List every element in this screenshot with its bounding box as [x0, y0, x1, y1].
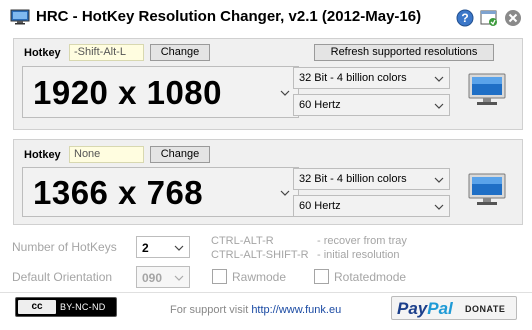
- chevron-down-icon: [434, 202, 444, 212]
- chevron-down-icon: [280, 88, 290, 98]
- chevron-down-icon: [174, 273, 184, 283]
- chevron-down-icon: [280, 188, 290, 198]
- refresh-resolutions-button[interactable]: Refresh supported resolutions: [314, 44, 494, 61]
- resolution-select[interactable]: 1366 x 768: [22, 167, 299, 217]
- refresh-rate-value: 60 Hertz: [299, 200, 341, 212]
- hotkey-label: Hotkey: [24, 47, 61, 59]
- shortcut-initial-desc: - initial resolution: [317, 249, 400, 261]
- support-text: For support visit http://www.funk.eu: [170, 304, 341, 316]
- help-icon[interactable]: ?: [455, 8, 475, 28]
- orientation-label: Default Orientation: [12, 270, 113, 284]
- window-title: HRC - HotKey Resolution Changer, v2.1 (2…: [36, 8, 422, 25]
- app-monitor-icon: [10, 9, 30, 25]
- donate-label: DONATE: [465, 304, 506, 314]
- num-hotkeys-label: Number of HotKeys: [12, 240, 117, 254]
- resolution-select[interactable]: 1920 x 1080: [22, 66, 299, 118]
- refresh-rate-select[interactable]: 60 Hertz: [293, 195, 450, 217]
- color-depth-value: 32 Bit - 4 billion colors: [299, 72, 407, 84]
- color-depth-value: 32 Bit - 4 billion colors: [299, 173, 407, 185]
- resolution-value: 1366 x 768: [33, 174, 204, 211]
- close-icon[interactable]: [503, 8, 523, 28]
- refresh-rate-select[interactable]: 60 Hertz: [293, 94, 450, 116]
- footer-divider: [0, 292, 532, 293]
- support-link[interactable]: http://www.funk.eu: [251, 304, 341, 316]
- refresh-rate-value: 60 Hertz: [299, 99, 341, 111]
- orientation-value: 090: [142, 271, 163, 285]
- hotkey-label: Hotkey: [24, 149, 61, 161]
- chevron-down-icon: [434, 101, 444, 111]
- paypal-logo: PayPal: [397, 299, 453, 318]
- num-hotkeys-value: 2: [142, 241, 149, 255]
- hotkey-field[interactable]: None: [69, 146, 144, 163]
- resolution-panel-1: Hotkey -Shift-Alt-L Change Refresh suppo…: [13, 38, 523, 130]
- chevron-down-icon: [434, 175, 444, 185]
- shortcut-recover-desc: - recover from tray: [317, 235, 407, 247]
- apply-monitor-icon[interactable]: [468, 73, 506, 107]
- change-hotkey-button[interactable]: Change: [150, 146, 210, 163]
- apply-monitor-icon[interactable]: [468, 173, 506, 207]
- hotkey-field[interactable]: -Shift-Alt-L: [69, 44, 144, 61]
- color-depth-select[interactable]: 32 Bit - 4 billion colors: [293, 67, 450, 89]
- orientation-select[interactable]: 090: [136, 266, 190, 288]
- chevron-down-icon: [434, 74, 444, 84]
- rawmode-label: Rawmode: [232, 270, 287, 284]
- minimize-to-tray-icon[interactable]: [479, 8, 499, 28]
- rawmode-checkbox[interactable]: [212, 269, 227, 284]
- title-bar: HRC - HotKey Resolution Changer, v2.1 (2…: [0, 0, 532, 34]
- creative-commons-badge[interactable]: cc BY-NC-ND: [15, 297, 117, 317]
- cc-license-text: BY-NC-ND: [60, 302, 106, 312]
- svg-text:?: ?: [461, 11, 468, 25]
- paypal-donate-button[interactable]: PayPal DONATE: [391, 296, 517, 320]
- support-label: For support visit: [170, 304, 249, 316]
- chevron-down-icon: [174, 243, 184, 253]
- rotatedmode-label: Rotatedmode: [334, 270, 407, 284]
- shortcut-initial: CTRL-ALT-SHIFT-R: [211, 249, 309, 261]
- color-depth-select[interactable]: 32 Bit - 4 billion colors: [293, 168, 450, 190]
- change-hotkey-button[interactable]: Change: [150, 44, 210, 61]
- shortcut-recover: CTRL-ALT-R: [211, 235, 274, 247]
- num-hotkeys-select[interactable]: 2: [136, 236, 190, 258]
- resolution-panel-2: Hotkey None Change 1366 x 768 32 Bit - 4…: [13, 139, 523, 225]
- resolution-value: 1920 x 1080: [33, 74, 223, 111]
- cc-icon: cc: [18, 300, 56, 314]
- rotatedmode-checkbox[interactable]: [314, 269, 329, 284]
